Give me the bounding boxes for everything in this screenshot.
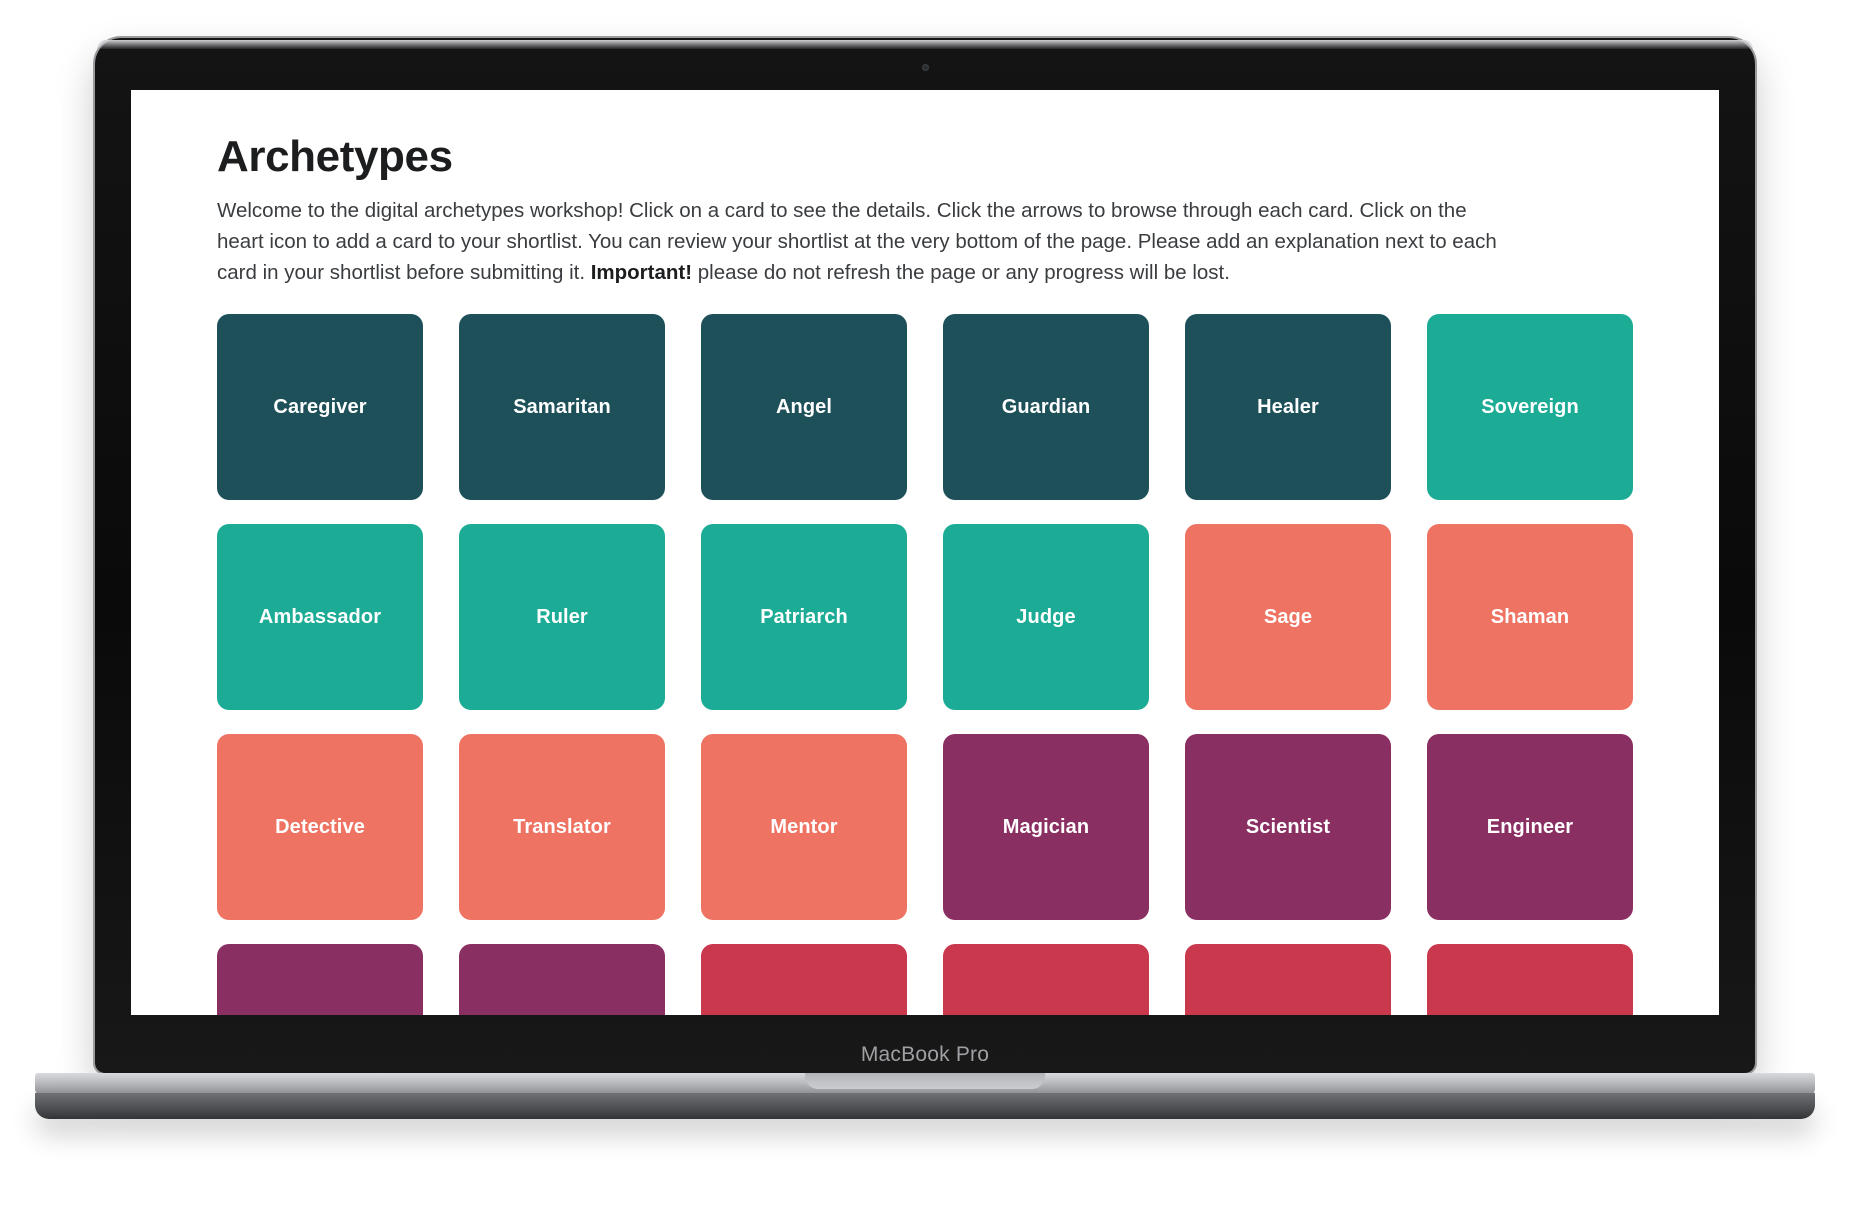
archetype-card[interactable] (1427, 944, 1633, 1015)
web-page: Archetypes Welcome to the digital archet… (131, 90, 1719, 1015)
laptop-base-notch (805, 1073, 1045, 1089)
archetype-card-label: Engineer (1486, 816, 1574, 839)
archetype-card-label: Healer (1257, 396, 1319, 419)
laptop-base-bottom (35, 1093, 1815, 1119)
archetype-card-label: Sovereign (1481, 396, 1579, 419)
archetype-card[interactable]: Sage (1185, 524, 1391, 711)
intro-emphasis: Important! (590, 260, 693, 284)
archetype-card[interactable]: Magician (943, 734, 1149, 921)
archetype-card-label: Detective (275, 816, 365, 839)
archetype-card-label: Samaritan (513, 396, 611, 419)
archetype-card[interactable]: Engineer (1427, 734, 1633, 921)
archetype-card-label: Scientist (1245, 816, 1331, 839)
archetype-card-grid: Caregiver Samaritan Angel Guardian Healer Sov… (217, 314, 1633, 1015)
archetype-card-label: Patriarch (760, 606, 848, 629)
archetype-card[interactable]: Healer (1185, 314, 1391, 501)
archetype-card-label: Judge (1016, 606, 1076, 629)
archetype-card[interactable]: Ambassador (217, 524, 423, 711)
lid-highlight (97, 40, 1753, 49)
archetype-card[interactable]: Patriarch (701, 524, 907, 711)
archetype-card[interactable]: Caregiver (217, 314, 423, 501)
webcam-icon (921, 64, 929, 71)
archetype-card-label: Sage (1263, 606, 1313, 629)
archetype-card-label: Guardian (1001, 396, 1091, 419)
archetype-card-label: Caregiver (273, 396, 367, 419)
archetype-card[interactable]: Translator (459, 734, 665, 921)
intro-text-part2: please do not refresh the page or any pr… (692, 260, 1230, 284)
archetype-card-label: Mentor (770, 816, 838, 839)
archetype-card[interactable]: Ruler (459, 524, 665, 711)
archetype-card-label: Ruler (536, 606, 588, 629)
screenshot-stage: Archetypes Welcome to the digital archet… (0, 0, 1850, 1222)
archetype-card[interactable]: Scientist (1185, 734, 1391, 921)
archetype-card[interactable]: Mentor (701, 734, 907, 921)
laptop-screen: Archetypes Welcome to the digital archet… (131, 90, 1719, 1015)
archetype-card[interactable] (217, 944, 423, 1015)
archetype-card-label: Translator (513, 816, 611, 839)
page-title: Archetypes (217, 132, 453, 181)
archetype-card[interactable]: Detective (217, 734, 423, 921)
intro-paragraph: Welcome to the digital archetypes worksh… (217, 195, 1517, 288)
archetype-card[interactable]: Judge (943, 524, 1149, 711)
macbook-mockup: Archetypes Welcome to the digital archet… (35, 38, 1815, 1119)
archetype-card-label: Magician (1002, 816, 1090, 839)
archetype-card[interactable]: Angel (701, 314, 907, 501)
archetype-card[interactable]: Sovereign (1427, 314, 1633, 501)
archetype-card-label: Angel (775, 396, 833, 419)
archetype-card[interactable]: Samaritan (459, 314, 665, 501)
archetype-card[interactable]: Guardian (943, 314, 1149, 501)
device-brand-label: MacBook Pro (860, 1043, 990, 1066)
archetype-card[interactable] (1185, 944, 1391, 1015)
archetype-card[interactable] (459, 944, 665, 1015)
archetype-card-label: Shaman (1490, 606, 1570, 629)
archetype-card[interactable] (943, 944, 1149, 1015)
archetype-card[interactable] (701, 944, 907, 1015)
archetype-card[interactable]: Shaman (1427, 524, 1633, 711)
archetype-card-label: Ambassador (258, 606, 382, 629)
